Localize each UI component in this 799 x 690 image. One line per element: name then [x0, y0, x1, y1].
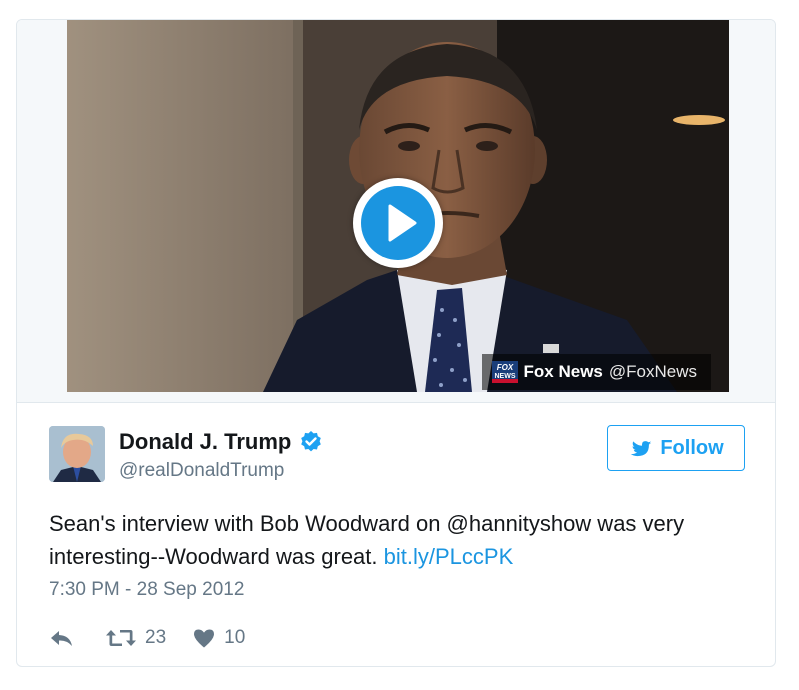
like-button[interactable]: 10 [192, 627, 245, 649]
author-block: Donald J. Trump @realDonaldTrump [119, 429, 323, 482]
fox-news-logo: FOX NEWS [491, 361, 518, 383]
author-display-name: Donald J. Trump [119, 429, 292, 454]
video-source-watermark: FOX NEWS Fox News @FoxNews [481, 354, 711, 390]
play-icon [388, 204, 417, 242]
retweet-count: 23 [145, 627, 167, 648]
reply-button[interactable] [49, 627, 75, 649]
author-display-name-row[interactable]: Donald J. Trump [119, 429, 323, 455]
heart-icon [194, 629, 215, 648]
video-player[interactable]: FOX NEWS Fox News @FoxNews [67, 20, 729, 392]
fox-logo-text-top: FOX [496, 363, 513, 372]
tweet-link[interactable]: bit.ly/PLccPK [384, 544, 514, 569]
media-container: FOX NEWS Fox News @FoxNews [17, 20, 775, 403]
retweet-icon [106, 630, 136, 646]
avatar[interactable] [49, 426, 105, 482]
tweet-text: Sean's interview with Bob Woodward on @h… [49, 507, 749, 573]
fox-logo-text-bottom: NEWS [494, 373, 515, 380]
tweet-timestamp[interactable]: 7:30 PM - 28 Sep 2012 [49, 579, 244, 601]
play-button[interactable] [353, 178, 443, 268]
verified-badge-icon [301, 431, 322, 452]
author-screen-name[interactable]: @realDonaldTrump [119, 460, 323, 482]
tweet-text-main: Sean's interview with Bob Woodward on @h… [49, 511, 685, 569]
follow-button-label: Follow [660, 436, 724, 459]
embedded-tweet-card: FOX NEWS Fox News @FoxNews Donald J. Tru… [16, 19, 776, 667]
like-count: 10 [224, 627, 246, 648]
follow-button[interactable]: Follow [607, 425, 745, 471]
tweet-actions: 23 10 [49, 623, 245, 653]
watermark-source-handle[interactable]: @FoxNews [609, 362, 697, 382]
reply-icon [51, 631, 72, 646]
twitter-bird-icon [631, 441, 652, 457]
tweet-body: Donald J. Trump @realDonaldTrump Follow … [17, 403, 775, 666]
watermark-source-name: Fox News [523, 362, 603, 381]
retweet-button[interactable]: 23 [105, 627, 166, 649]
